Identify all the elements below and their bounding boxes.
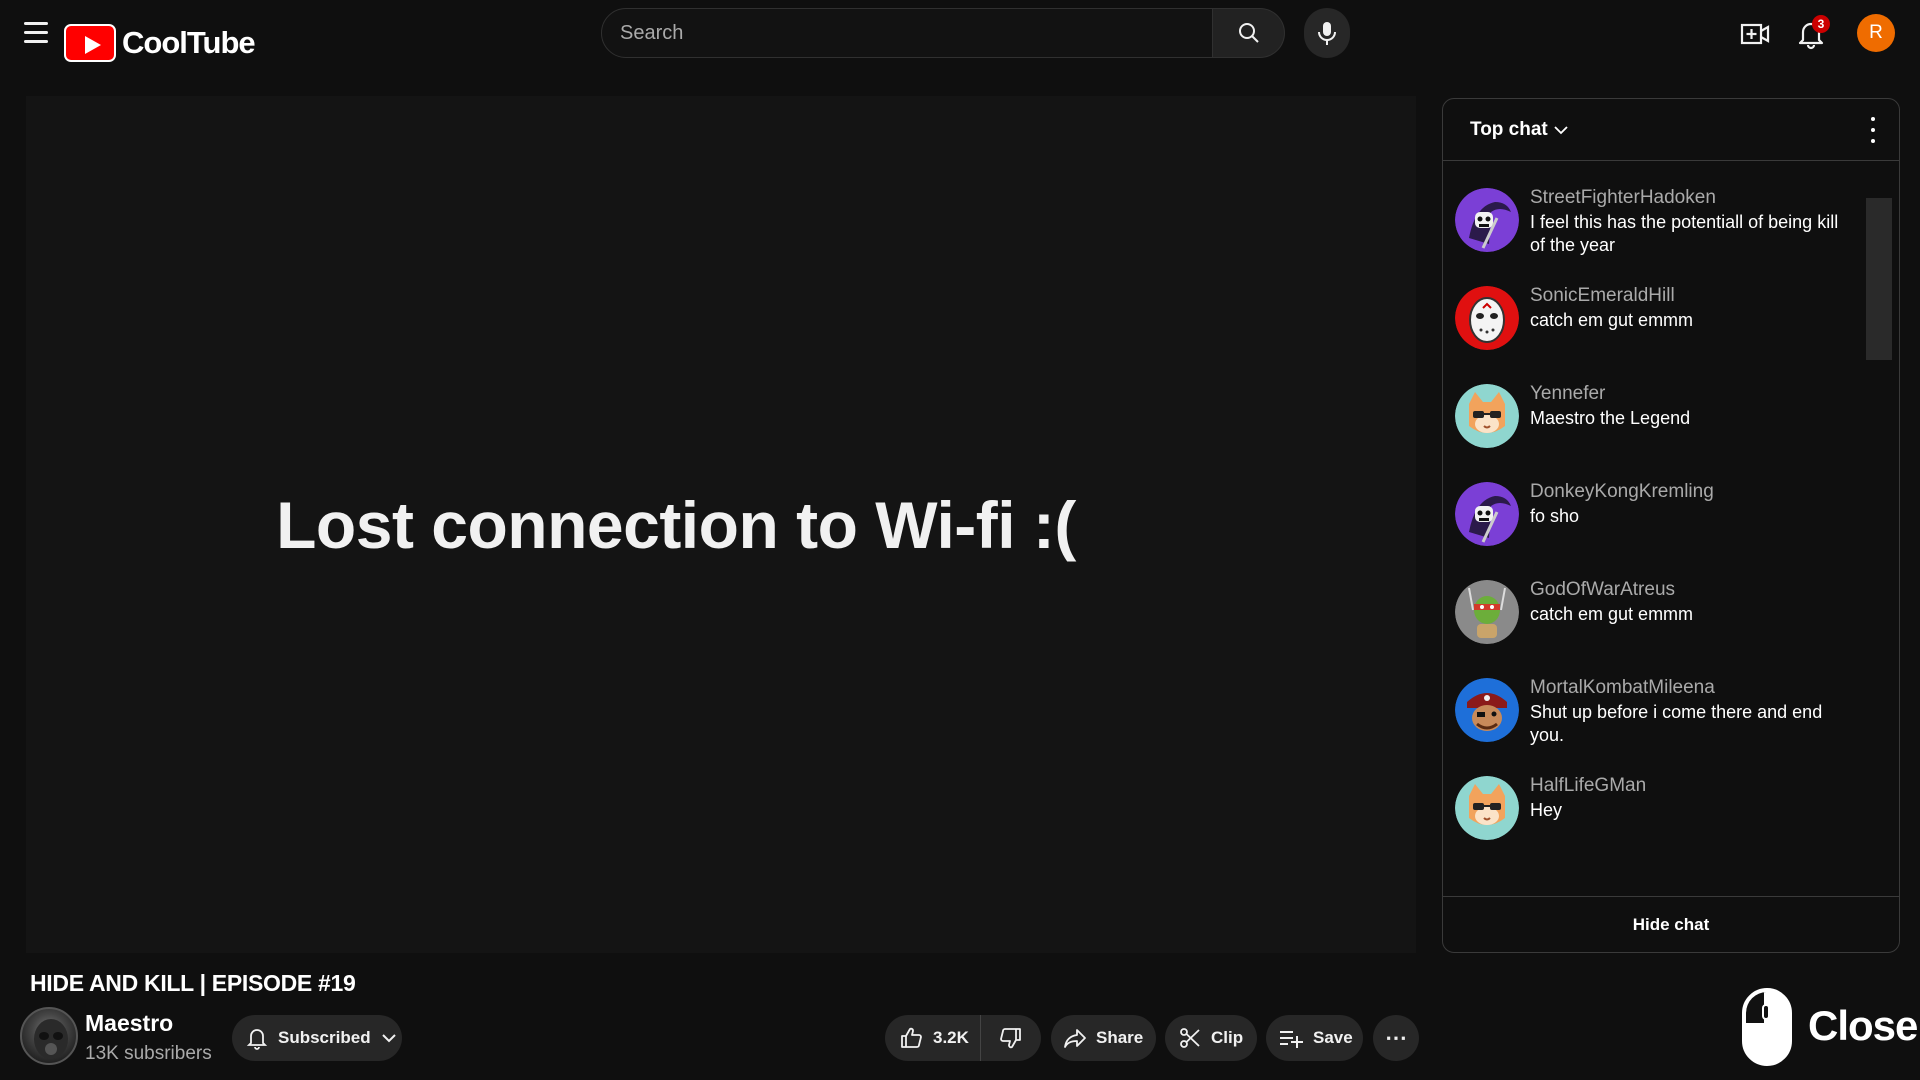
chat-message-text: catch em gut emmm xyxy=(1530,310,1694,330)
dislike-button[interactable] xyxy=(981,1015,1041,1061)
search-button[interactable] xyxy=(1213,8,1285,58)
microphone-icon xyxy=(1318,22,1336,45)
like-count: 3.2K xyxy=(933,1028,969,1047)
chat-author-name[interactable]: GodOfWarAtreus xyxy=(1530,579,1675,601)
chat-avatar-cat-icon[interactable] xyxy=(1455,384,1519,448)
mouse-left-click-icon xyxy=(1742,988,1792,1066)
chat-author-name[interactable]: Yennefer xyxy=(1530,383,1605,405)
save-button[interactable]: Save xyxy=(1266,1015,1363,1061)
share-label: Share xyxy=(1096,1028,1144,1047)
video-title: HIDE AND KILL | EPISODE #19 xyxy=(30,970,356,996)
subscribe-label: Subscribed xyxy=(278,1028,371,1047)
more-actions-button[interactable]: ⋯ xyxy=(1373,1015,1419,1061)
logo-text: CoolTube xyxy=(122,25,256,60)
scissors-icon xyxy=(1180,1028,1200,1048)
channel-name[interactable]: Maestro xyxy=(85,1010,173,1037)
chat-avatar-reaper-icon[interactable] xyxy=(1455,188,1519,252)
chat-author-name[interactable]: SonicEmeraldHill xyxy=(1530,285,1675,307)
gas-mask-icon xyxy=(34,1019,68,1059)
more-horizontal-icon: ⋯ xyxy=(1385,1025,1407,1050)
chat-avatar-cat-icon[interactable] xyxy=(1455,776,1519,840)
chat-message-text: catch em gut emmm xyxy=(1530,604,1694,624)
chat-scrollbar[interactable] xyxy=(1866,198,1892,360)
close-hint-label[interactable]: Close xyxy=(1808,1002,1918,1050)
chat-options-icon[interactable] xyxy=(1869,117,1877,143)
channel-avatar[interactable] xyxy=(20,1007,78,1065)
like-button[interactable]: 3.2K xyxy=(885,1015,981,1061)
share-icon xyxy=(1064,1029,1086,1048)
thumbs-up-icon xyxy=(901,1027,922,1048)
hide-chat-button[interactable]: Hide chat xyxy=(1442,896,1900,953)
search-icon xyxy=(1238,23,1259,43)
chat-author-name[interactable]: HalfLifeGMan xyxy=(1530,775,1646,797)
logo-play-icon xyxy=(64,24,116,62)
playlist-add-icon xyxy=(1280,1031,1303,1048)
player-error-message: Lost connection to Wi-fi :( xyxy=(276,487,1076,562)
chat-avatar-hockey-mask-icon[interactable] xyxy=(1455,286,1519,350)
chat-author-name[interactable]: DonkeyKongKremling xyxy=(1530,481,1714,503)
clip-button[interactable]: Clip xyxy=(1165,1015,1257,1061)
chat-avatar-reaper-icon[interactable] xyxy=(1455,482,1519,546)
chevron-down-icon xyxy=(1554,125,1568,134)
logo[interactable]: CoolTube xyxy=(64,22,256,64)
notification-badge: 3 xyxy=(1812,15,1830,33)
chat-author-name[interactable]: StreetFighterHadoken xyxy=(1530,187,1716,209)
voice-search-button[interactable] xyxy=(1304,8,1350,58)
video-player[interactable]: Lost connection to Wi-fi :( xyxy=(26,96,1416,953)
save-label: Save xyxy=(1313,1028,1353,1047)
chat-header: Top chat xyxy=(1443,99,1899,161)
chat-mode-label: Top chat xyxy=(1470,119,1548,140)
chat-message-text: Maestro the Legend xyxy=(1530,408,1691,428)
chat-avatar-turtle-icon[interactable] xyxy=(1455,580,1519,644)
chat-message-text: Hey xyxy=(1530,800,1563,820)
chevron-down-icon xyxy=(381,1034,396,1043)
subscribe-button[interactable]: Subscribed xyxy=(232,1015,402,1061)
search-input[interactable] xyxy=(601,8,1213,58)
bell-icon xyxy=(246,1029,268,1050)
share-button[interactable]: Share xyxy=(1051,1015,1156,1061)
chat-message-text: Shut up before i come there and end you. xyxy=(1530,702,1823,745)
chat-mode-selector[interactable]: Top chat xyxy=(1470,119,1568,141)
subscriber-count: 13K subsribers xyxy=(85,1043,212,1064)
chat-avatar-pirate-icon[interactable] xyxy=(1455,678,1519,742)
clip-label: Clip xyxy=(1211,1028,1244,1047)
chat-message-text: I feel this has the potentiall of being … xyxy=(1530,212,1839,255)
chat-message-text: fo sho xyxy=(1530,506,1580,526)
user-avatar[interactable]: R xyxy=(1857,14,1895,52)
like-dislike-group: 3.2K xyxy=(885,1015,1041,1061)
menu-icon[interactable] xyxy=(24,22,58,48)
create-video-icon[interactable] xyxy=(1740,20,1770,48)
hide-chat-label: Hide chat xyxy=(1632,915,1710,934)
chat-author-name[interactable]: MortalKombatMileena xyxy=(1530,677,1715,699)
thumbs-down-icon xyxy=(1000,1028,1021,1049)
